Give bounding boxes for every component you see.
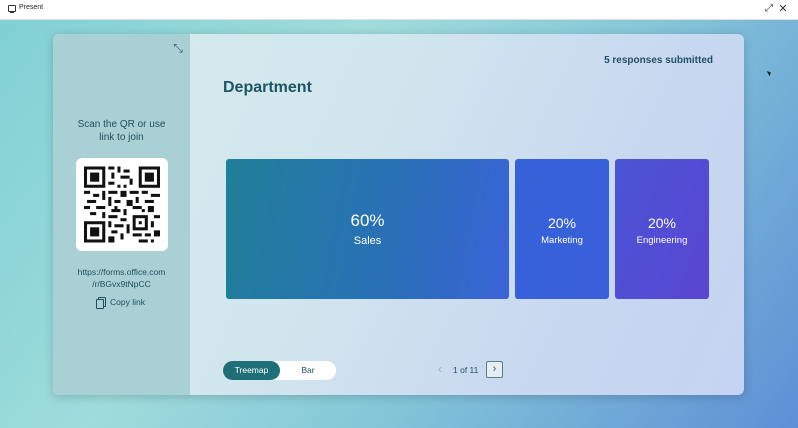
present-icon <box>8 5 16 13</box>
treemap-tile-sales: 60% Sales <box>226 159 509 299</box>
window-title: Present <box>19 4 44 11</box>
scan-line-1: Scan the QR or use <box>77 119 166 130</box>
treemap-toggle-button[interactable]: Treemap <box>223 361 280 380</box>
chevron-right-icon[interactable]: › <box>486 361 503 378</box>
join-sidebar: ⤡ Scan the QR or use link to join https:… <box>53 34 190 395</box>
tile-label: Engineering <box>636 235 688 246</box>
treemap-tile-engineering: 20% Engineering <box>615 159 709 299</box>
scan-instructions: Scan the QR or use link to join <box>53 118 190 144</box>
chart-type-toggle: Treemap Bar <box>223 361 336 380</box>
present-window: ⤡ Scan the QR or use link to join https:… <box>53 34 744 395</box>
question-title: Department <box>223 79 312 96</box>
page-indicator: 1 of 11 <box>453 365 479 375</box>
tile-percent: 60% <box>350 211 385 230</box>
expand-icon[interactable]: ⤢ <box>763 3 775 15</box>
copy-link-label: Copy link <box>110 297 145 307</box>
copy-link-button[interactable]: Copy link <box>96 296 145 309</box>
join-link-line-2: /r/BGvx9tNpCC <box>92 279 151 289</box>
close-icon[interactable]: ✕ <box>777 3 789 15</box>
bar-toggle-button[interactable]: Bar <box>280 361 336 380</box>
qr-code <box>76 158 168 251</box>
scan-line-2: link to join <box>99 132 144 143</box>
title-bar: Present ⤢ ✕ <box>0 0 798 20</box>
tile-percent: 20% <box>647 215 677 231</box>
treemap-tile-marketing: 20% Marketing <box>515 159 609 299</box>
tile-percent: 20% <box>547 215 577 231</box>
collapse-icon[interactable]: ⤡ <box>171 41 185 55</box>
tile-label: Sales <box>353 235 382 247</box>
tile-label: Marketing <box>541 235 583 246</box>
copy-icon <box>96 297 106 309</box>
qr-code-image <box>84 166 160 243</box>
mouse-cursor-icon <box>766 69 773 77</box>
responses-count: 5 responses submitted <box>604 55 713 66</box>
chevron-left-icon[interactable]: ‹ <box>433 361 447 378</box>
join-link[interactable]: https://forms.office.com /r/BGvx9tNpCC <box>53 266 190 290</box>
join-link-line-1: https://forms.office.com <box>77 267 166 277</box>
